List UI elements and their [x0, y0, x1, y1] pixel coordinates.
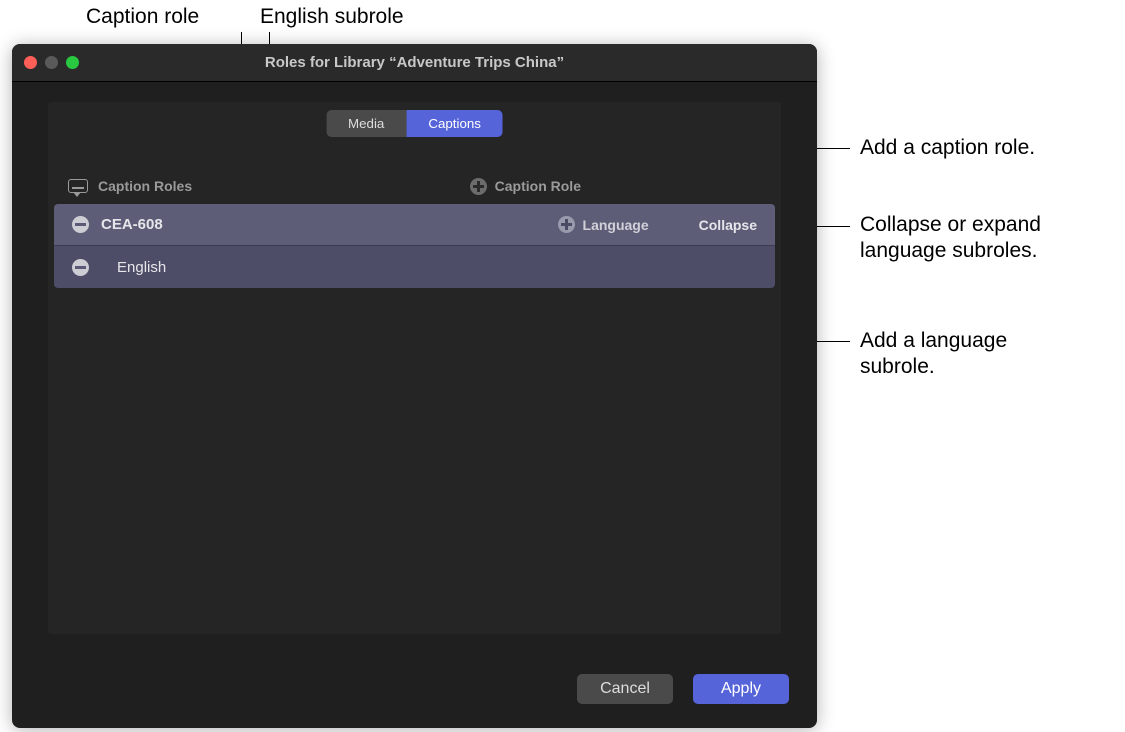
callout-english-subrole: English subrole — [260, 4, 404, 30]
remove-subrole-icon[interactable] — [72, 259, 89, 276]
collapse-button[interactable]: Collapse — [699, 217, 757, 233]
segmented-media-captions: Media Captions — [326, 110, 503, 137]
add-language-button[interactable]: Language — [558, 216, 649, 233]
add-language-label: Language — [583, 217, 649, 233]
plus-icon — [558, 216, 575, 233]
traffic-lights — [24, 56, 79, 69]
titlebar: Roles for Library “Adventure Trips China… — [12, 44, 817, 82]
add-caption-role-label: Caption Role — [495, 178, 581, 194]
caption-roles-header: Caption Roles Caption Role — [68, 166, 761, 206]
add-caption-role-button[interactable]: Caption Role — [470, 178, 581, 195]
caption-role-name: CEA-608 — [101, 216, 163, 233]
footer-buttons: Cancel Apply — [577, 674, 789, 704]
language-subrole-row[interactable]: English — [54, 246, 775, 288]
tab-media[interactable]: Media — [326, 110, 406, 137]
tab-captions[interactable]: Captions — [406, 110, 503, 137]
zoom-icon[interactable] — [66, 56, 79, 69]
window-title: Roles for Library “Adventure Trips China… — [12, 54, 817, 71]
callout-collapse-expand: Collapse or expand language subroles. — [860, 212, 1110, 265]
roles-window: Roles for Library “Adventure Trips China… — [12, 44, 817, 728]
minimize-icon — [45, 56, 58, 69]
cancel-button[interactable]: Cancel — [577, 674, 673, 704]
callout-caption-role: Caption role — [86, 4, 199, 30]
caption-role-row[interactable]: CEA-608 Language Collapse — [54, 204, 775, 246]
apply-button[interactable]: Apply — [693, 674, 789, 704]
callout-add-caption-role: Add a caption role. — [860, 135, 1035, 161]
close-icon[interactable] — [24, 56, 37, 69]
plus-icon — [470, 178, 487, 195]
callout-add-language-subrole: Add a language subrole. — [860, 328, 1060, 381]
remove-role-icon[interactable] — [72, 216, 89, 233]
caption-roles-label: Caption Roles — [98, 178, 192, 194]
language-subrole-name: English — [117, 259, 166, 276]
caption-icon — [68, 179, 88, 193]
